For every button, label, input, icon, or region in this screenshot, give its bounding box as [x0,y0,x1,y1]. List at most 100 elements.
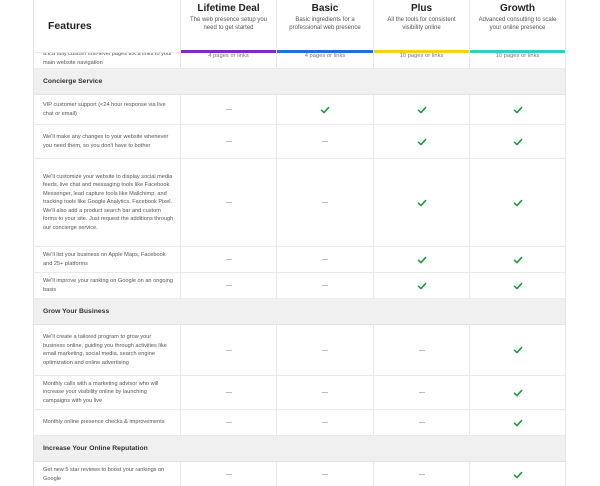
value-cell: 4 pages or links [276,53,373,68]
dash-icon [322,285,328,286]
plan-name: Basic [311,3,339,14]
dash-icon [225,474,232,475]
table-row: We'll create a tailored program to grow … [34,325,565,376]
plan-name: Plus [410,3,433,14]
feature-text: We'll list your business on Apple Maps, … [43,252,166,267]
feature-text: Monthly calls with a marketing advisor w… [43,380,159,404]
cell-plus [373,410,469,435]
dash-icon [322,422,328,423]
plan-growth: Growth Advanced consulting to scale your… [469,0,565,53]
check-icon [513,255,523,265]
value-text: 10 pages or links [399,53,444,59]
cell-plus [373,95,469,124]
table-row: We'll list your business on Apple Maps, … [34,247,565,273]
feature-text: We'll customize your website to display … [43,173,174,231]
plan-description: Advanced consulting to scale your online… [478,17,557,31]
plan-lifetime-deal: Lifetime Deal The web presence setup you… [180,0,276,53]
check-icon [417,137,427,147]
cell-growth [469,410,565,435]
section-header: Increase Your Online Reputation [34,436,565,462]
cell-plus [373,125,469,158]
cell-growth [469,376,565,409]
plan-color-bar [181,50,276,53]
features-header: Features [34,0,180,52]
table-row: We'll customize your website to display … [34,159,565,247]
plan-color-bar [277,50,373,53]
cell-growth [469,159,565,246]
value-cell: 10 pages or links [469,53,565,68]
dash-icon [418,474,425,475]
cell-basic [276,125,373,158]
value-cell: 10 pages or links [373,53,469,68]
table-row: Monthly calls with a marketing advisor w… [34,376,565,410]
cell-lifetime [180,95,276,124]
dash-icon [322,202,328,203]
feature-text: Get new 5 star reviews to boost your ran… [43,467,165,482]
table-row: a.k.a fully custom first-level pages a.k… [34,53,565,69]
check-icon [417,255,427,265]
cell-growth [469,247,565,272]
cell-growth [469,462,565,486]
cell-basic [276,410,373,435]
check-icon [513,418,523,428]
dash-icon [225,202,232,203]
cell-plus [373,159,469,246]
cell-plus [373,247,469,272]
cell-basic [276,247,373,272]
cell-lifetime [180,159,276,246]
features-title: Features [48,20,92,32]
table-row: We'll make any changes to your website w… [34,125,565,159]
cell-lifetime [180,247,276,272]
feature-text: We'll create a tailored program to grow … [43,334,167,366]
check-icon [513,198,523,208]
check-icon [513,281,523,291]
feature-text: We'll make any changes to your website w… [43,134,169,149]
feature-label: a.k.a fully custom first-level pages a.k… [43,53,173,66]
cell-lifetime [180,376,276,409]
table-row: Monthly online presence checks & improve… [34,410,565,436]
cell-growth [469,273,565,298]
dash-icon [418,422,425,423]
dash-icon [322,259,328,260]
feature-text: VIP customer support (<24 hour response … [43,102,166,117]
value-text: 10 pages or links [495,53,540,59]
feature-text: Monthly online presence checks & improve… [43,419,165,426]
cell-basic [276,273,373,298]
section-header: Concierge Service [34,69,565,95]
table-row: Get new 5 star reviews to boost your ran… [34,462,565,486]
cell-basic [276,95,373,124]
check-icon [513,137,523,147]
check-icon [320,105,330,115]
cell-growth [469,125,565,158]
cell-plus [373,273,469,298]
dash-icon [322,141,328,142]
dash-icon [225,392,232,393]
check-icon [417,198,427,208]
cell-basic [276,462,373,486]
pricing-comparison-page: Features Lifetime Deal The web presence … [0,0,600,486]
plan-description: The web presence setup you need to get s… [189,17,268,31]
value-text: 4 pages or links [304,53,346,59]
dash-icon [322,474,328,475]
table-row: VIP customer support (<24 hour response … [34,95,565,125]
cell-lifetime [180,325,276,375]
table-row: We'll improve your ranking on Google on … [34,273,565,299]
check-icon [513,345,523,355]
cell-basic [276,376,373,409]
dash-icon [225,285,232,286]
dash-icon [225,349,232,351]
plan-description: All the tools for consistent visibility … [387,17,456,31]
check-icon [513,105,523,115]
cell-basic [276,325,373,375]
feature-text: We'll improve your ranking on Google on … [43,278,174,293]
check-icon [417,281,427,291]
table-header: Features Lifetime Deal The web presence … [34,0,565,53]
cell-plus [373,325,469,375]
cell-lifetime [180,462,276,486]
plan-plus: Plus All the tools for consistent visibi… [373,0,469,53]
section-header: Grow Your Business [34,299,565,325]
dash-icon [418,392,425,393]
dash-icon [418,349,425,351]
check-icon [417,105,427,115]
dash-icon [322,392,328,393]
